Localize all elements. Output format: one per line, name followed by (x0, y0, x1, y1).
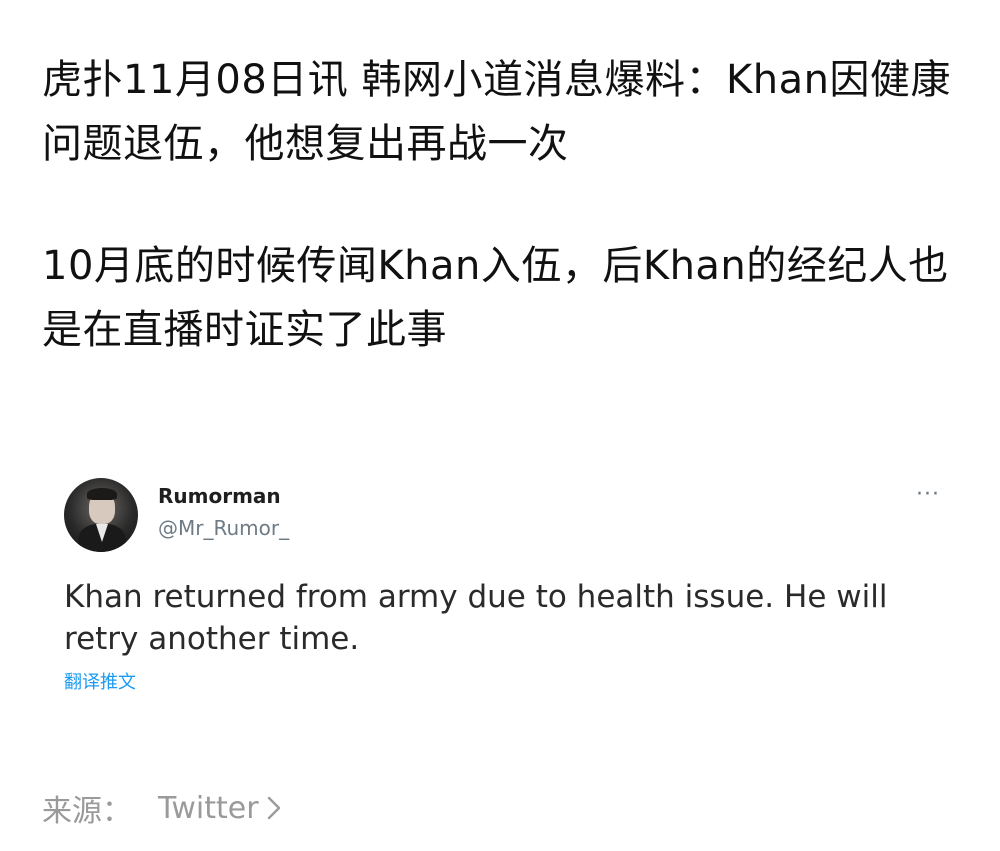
source-line: 来源： Twitter (42, 786, 281, 830)
source-label: 来源： (42, 794, 132, 829)
avatar[interactable] (64, 478, 138, 552)
tweet-author-name[interactable]: Rumorman (158, 484, 281, 508)
avatar-hair (87, 488, 117, 500)
source-link[interactable]: Twitter (158, 791, 281, 826)
translate-tweet-link[interactable]: 翻译推文 (64, 668, 136, 694)
embedded-tweet[interactable]: Rumorman @Mr_Rumor_ ··· Khan returned fr… (0, 462, 1000, 720)
source-name: Twitter (158, 790, 259, 826)
article-body: 虎扑11月08日讯 韩网小道消息爆料：Khan因健康问题退伍，他想复出再战一次 … (42, 48, 962, 362)
chevron-right-icon (267, 796, 280, 820)
tweet-text: Khan returned from army due to health is… (64, 579, 888, 657)
article-paragraph-2: 10月底的时候传闻Khan入伍，后Khan的经纪人也是在直播时证实了此事 (42, 243, 949, 353)
article-paragraph-1: 虎扑11月08日讯 韩网小道消息爆料：Khan因健康问题退伍，他想复出再战一次 (42, 57, 951, 167)
more-options-icon[interactable]: ··· (916, 484, 940, 506)
tweet-author-handle[interactable]: @Mr_Rumor_ (158, 516, 289, 540)
